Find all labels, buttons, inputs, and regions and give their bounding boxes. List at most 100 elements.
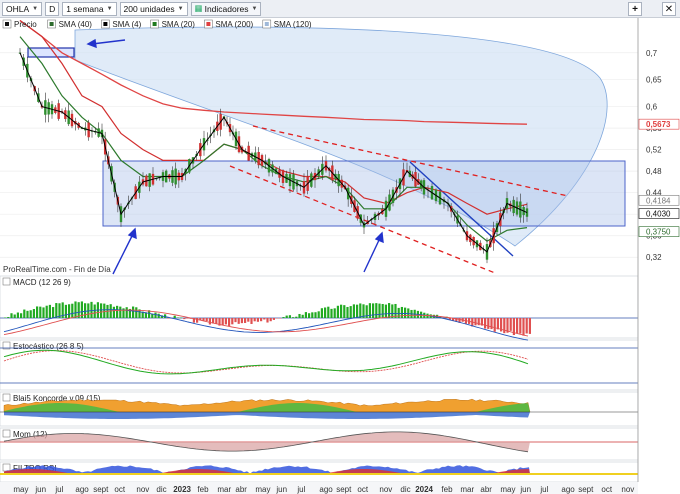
macd-histogram-bar bbox=[237, 318, 240, 324]
macd-histogram-bar bbox=[317, 311, 320, 318]
macd-histogram-bar bbox=[266, 318, 269, 323]
range-label: 1 semana bbox=[66, 3, 104, 14]
macd-histogram-bar bbox=[256, 318, 259, 322]
macd-histogram-bar bbox=[381, 303, 384, 318]
price-tick-label: 0,6 bbox=[646, 103, 658, 112]
price-badge-label: 0,4184 bbox=[646, 196, 671, 205]
macd-histogram-bar bbox=[282, 317, 285, 318]
legend-label: Precio bbox=[14, 20, 37, 29]
macd-histogram-bar bbox=[276, 318, 279, 319]
macd-histogram-bar bbox=[135, 307, 138, 318]
macd-histogram-bar bbox=[311, 312, 314, 318]
indicators-button[interactable]: ▦ Indicadores ▼ bbox=[190, 1, 262, 16]
macd-histogram-bar bbox=[103, 303, 106, 318]
add-icon[interactable]: + bbox=[628, 2, 642, 16]
macd-histogram-bar bbox=[68, 304, 71, 318]
chart-area[interactable]: Precio SMA (40) SMA (4) SMA (20) SMA (200) SM… bbox=[0, 18, 680, 494]
macd-histogram-bar bbox=[333, 308, 336, 318]
macd-histogram-bar bbox=[404, 307, 407, 318]
macd-histogram-bar bbox=[183, 318, 186, 320]
macd-label: MACD (12 26 9) bbox=[13, 278, 71, 287]
price-badge-label: 0,4030 bbox=[646, 210, 671, 219]
macd-histogram-bar bbox=[509, 318, 512, 331]
macd-histogram-bar bbox=[167, 318, 170, 319]
panel-icon bbox=[2, 277, 11, 286]
units-selector[interactable]: 200 unidades ▼ bbox=[119, 1, 188, 16]
macd-histogram-bar bbox=[234, 318, 237, 323]
time-tick-label: jul bbox=[539, 485, 548, 494]
legend-swatch-fill bbox=[5, 22, 9, 26]
macd-histogram-bar bbox=[484, 318, 487, 329]
macd-histogram-bar bbox=[55, 303, 58, 318]
time-tick-label: may bbox=[500, 485, 515, 494]
macd-histogram-bar bbox=[314, 312, 317, 318]
macd-histogram-bar bbox=[32, 309, 35, 318]
macd-histogram-bar bbox=[228, 318, 231, 326]
macd-histogram-bar bbox=[215, 318, 218, 324]
legend-swatch-fill bbox=[206, 22, 211, 26]
macd-histogram-bar bbox=[346, 306, 349, 318]
macd-histogram-bar bbox=[292, 317, 295, 318]
macd-histogram-bar bbox=[119, 306, 122, 318]
macd-histogram-bar bbox=[349, 306, 352, 318]
time-tick-label: nov bbox=[136, 485, 149, 494]
price-tick-label: 0,32 bbox=[646, 253, 662, 262]
chevron-down-icon: ▼ bbox=[177, 5, 184, 12]
macd-histogram-bar bbox=[196, 318, 199, 323]
macd-histogram-bar bbox=[340, 304, 343, 318]
macd-histogram-bar bbox=[20, 313, 23, 318]
time-tick-label: oct bbox=[357, 485, 368, 494]
panel-icon bbox=[2, 463, 11, 472]
macd-histogram-bar bbox=[84, 303, 87, 318]
macd-histogram-bar bbox=[327, 306, 330, 318]
close-icon[interactable]: ✕ bbox=[662, 2, 676, 16]
macd-histogram-bar bbox=[247, 318, 250, 322]
mom-panel: Mom (12)0-0,20,0702 bbox=[0, 427, 680, 461]
legend-item: SMA (40) bbox=[47, 19, 93, 29]
period-selector[interactable]: D bbox=[45, 1, 60, 16]
macd-histogram-bar bbox=[343, 305, 346, 318]
time-tick-label: ago bbox=[75, 485, 89, 494]
macd-histogram-bar bbox=[42, 307, 45, 318]
legend-swatch-fill bbox=[264, 22, 269, 26]
time-tick-label: nov bbox=[621, 485, 634, 494]
time-tick-label: sept bbox=[93, 485, 109, 494]
macd-histogram-bar bbox=[516, 318, 519, 334]
macd-histogram-bar bbox=[154, 312, 157, 318]
time-tick-label: jun bbox=[519, 485, 531, 494]
symbol-selector[interactable]: OHLA ▼ bbox=[2, 1, 43, 16]
legend-label: SMA (200) bbox=[215, 20, 253, 29]
macd-histogram-bar bbox=[298, 313, 301, 318]
macd-histogram-bar bbox=[180, 317, 183, 319]
macd-histogram-bar bbox=[240, 318, 243, 324]
macd-histogram-bar bbox=[308, 313, 311, 318]
macd-histogram-bar bbox=[272, 318, 275, 320]
macd-histogram-bar bbox=[375, 303, 378, 318]
macd-histogram-bar bbox=[244, 318, 247, 323]
toolbar: OHLA ▼ D 1 semana ▼ 200 unidades ▼ ▦ Indicad… bbox=[0, 0, 680, 18]
chevron-down-icon: ▼ bbox=[106, 5, 113, 12]
period-label: D bbox=[49, 3, 56, 14]
macd-histogram-bar bbox=[224, 318, 227, 325]
time-tick-label: jun bbox=[275, 485, 287, 494]
macd-histogram-bar bbox=[372, 303, 375, 318]
macd-histogram-bar bbox=[186, 318, 189, 319]
range-selector[interactable]: 1 semana ▼ bbox=[62, 1, 117, 16]
legend-label: SMA (40) bbox=[59, 20, 93, 29]
macd-histogram-bar bbox=[490, 318, 493, 330]
legend-item: Precio bbox=[2, 19, 37, 29]
time-tick-label: abr bbox=[480, 485, 492, 494]
macd-histogram-bar bbox=[352, 304, 355, 318]
time-tick-label: feb bbox=[441, 485, 453, 494]
time-tick-label: ago bbox=[319, 485, 333, 494]
macd-histogram-bar bbox=[221, 318, 224, 326]
macd-histogram-bar bbox=[36, 306, 39, 318]
time-tick-label: sept bbox=[336, 485, 352, 494]
macd-histogram-bar bbox=[90, 301, 93, 318]
macd-histogram-bar bbox=[263, 318, 266, 320]
time-tick-label: may bbox=[255, 485, 270, 494]
legend-swatch-fill bbox=[152, 22, 157, 26]
time-tick-label: dic bbox=[400, 485, 410, 494]
macd-histogram-bar bbox=[23, 309, 26, 318]
indicators-icon: ▦ bbox=[194, 3, 203, 13]
